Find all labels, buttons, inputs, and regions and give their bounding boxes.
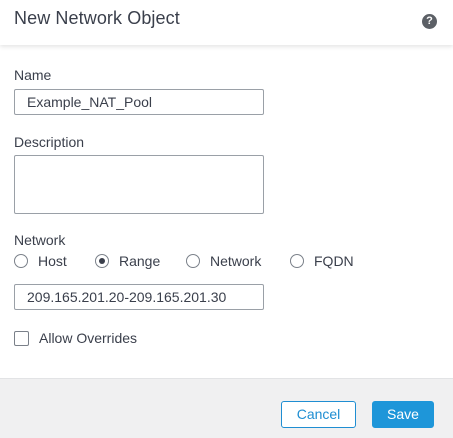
radio-network[interactable]: Network: [186, 252, 261, 270]
help-icon[interactable]: ?: [422, 14, 437, 29]
radio-network-label: Network: [210, 253, 262, 269]
radio-fqdn[interactable]: FQDN: [290, 252, 354, 270]
network-range-input[interactable]: [14, 284, 264, 310]
save-button[interactable]: Save: [372, 401, 434, 428]
name-label: Name: [14, 67, 52, 83]
radio-fqdn-circle[interactable]: [290, 254, 304, 268]
radio-host-circle[interactable]: [14, 254, 28, 268]
network-label: Network: [14, 232, 66, 248]
cancel-button[interactable]: Cancel: [281, 401, 356, 428]
new-network-object-dialog: New Network Object ? Name Description Ne…: [0, 0, 453, 438]
dialog-title: New Network Object: [14, 8, 180, 28]
name-input[interactable]: [14, 89, 264, 115]
radio-host-label: Host: [38, 253, 67, 269]
description-label: Description: [14, 134, 85, 150]
radio-range[interactable]: Range: [95, 252, 160, 270]
radio-host[interactable]: Host: [14, 252, 67, 270]
radio-network-circle[interactable]: [186, 254, 200, 268]
radio-range-circle[interactable]: [95, 254, 109, 268]
allow-overrides-row[interactable]: Allow Overrides: [14, 329, 137, 347]
allow-overrides-label: Allow Overrides: [39, 330, 138, 346]
radio-fqdn-label: FQDN: [314, 253, 354, 269]
allow-overrides-checkbox[interactable]: [14, 330, 29, 346]
dialog-footer: Cancel Save: [0, 378, 453, 438]
dialog-header: New Network Object ?: [0, 0, 453, 45]
description-input[interactable]: [14, 155, 264, 214]
network-type-radio-group: Host Range Network FQDN: [14, 252, 444, 270]
radio-range-label: Range: [119, 253, 161, 269]
